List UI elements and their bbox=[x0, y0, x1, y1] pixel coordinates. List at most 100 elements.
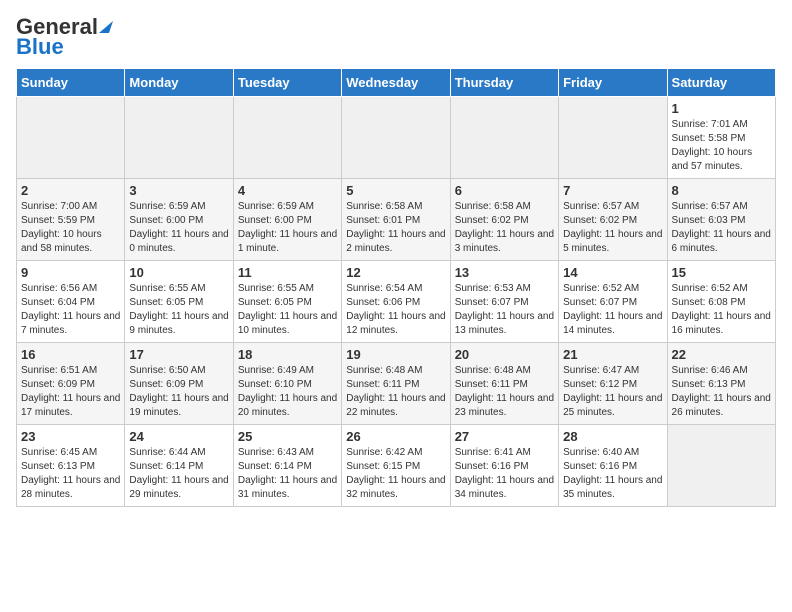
day-number: 3 bbox=[129, 183, 228, 198]
calendar-day-header: Monday bbox=[125, 69, 233, 97]
day-number: 5 bbox=[346, 183, 445, 198]
calendar-day-cell bbox=[17, 97, 125, 179]
day-number: 17 bbox=[129, 347, 228, 362]
day-info: Sunrise: 6:58 AM Sunset: 6:02 PM Dayligh… bbox=[455, 200, 554, 256]
day-info: Sunrise: 6:58 AM Sunset: 6:01 PM Dayligh… bbox=[346, 200, 445, 256]
day-number: 27 bbox=[455, 429, 554, 444]
day-number: 20 bbox=[455, 347, 554, 362]
calendar-day-cell: 22 Sunrise: 6:46 AM Sunset: 6:13 PM Dayli… bbox=[667, 343, 775, 425]
calendar-day-cell bbox=[450, 97, 558, 179]
calendar-day-cell bbox=[667, 425, 775, 507]
calendar-week-row: 16 Sunrise: 6:51 AM Sunset: 6:09 PM Dayli… bbox=[17, 343, 776, 425]
day-number: 14 bbox=[563, 265, 662, 280]
day-number: 23 bbox=[21, 429, 120, 444]
calendar-week-row: 1 Sunrise: 7:01 AM Sunset: 5:58 PM Daylig… bbox=[17, 97, 776, 179]
calendar-day-cell: 12 Sunrise: 6:54 AM Sunset: 6:06 PM Dayli… bbox=[342, 261, 450, 343]
day-info: Sunrise: 6:56 AM Sunset: 6:04 PM Dayligh… bbox=[21, 282, 120, 338]
day-info: Sunrise: 6:47 AM Sunset: 6:12 PM Dayligh… bbox=[563, 364, 662, 420]
calendar-day-header: Tuesday bbox=[233, 69, 341, 97]
day-info: Sunrise: 6:45 AM Sunset: 6:13 PM Dayligh… bbox=[21, 446, 120, 502]
calendar-day-cell: 7Sunrise: 6:57 AM Sunset: 6:02 PM Daylig… bbox=[559, 179, 667, 261]
day-number: 2 bbox=[21, 183, 120, 198]
calendar-day-cell: 1 Sunrise: 7:01 AM Sunset: 5:58 PM Daylig… bbox=[667, 97, 775, 179]
calendar-day-cell: 9 Sunrise: 6:56 AM Sunset: 6:04 PM Daylig… bbox=[17, 261, 125, 343]
day-info: Sunrise: 6:55 AM Sunset: 6:05 PM Dayligh… bbox=[129, 282, 228, 338]
day-info: Sunrise: 7:01 AM Sunset: 5:58 PM Dayligh… bbox=[672, 118, 771, 174]
calendar-day-cell: 27 Sunrise: 6:41 AM Sunset: 6:16 PM Dayli… bbox=[450, 425, 558, 507]
calendar-week-row: 23 Sunrise: 6:45 AM Sunset: 6:13 PM Dayli… bbox=[17, 425, 776, 507]
day-number: 28 bbox=[563, 429, 662, 444]
day-info: Sunrise: 6:48 AM Sunset: 6:11 PM Dayligh… bbox=[346, 364, 445, 420]
calendar-day-cell: 5 Sunrise: 6:58 AM Sunset: 6:01 PM Daylig… bbox=[342, 179, 450, 261]
calendar-day-cell: 25 Sunrise: 6:43 AM Sunset: 6:14 PM Dayli… bbox=[233, 425, 341, 507]
calendar-day-cell: 8 Sunrise: 6:57 AM Sunset: 6:03 PM Daylig… bbox=[667, 179, 775, 261]
day-info: Sunrise: 6:52 AM Sunset: 6:08 PM Dayligh… bbox=[672, 282, 771, 338]
calendar-day-cell: 28 Sunrise: 6:40 AM Sunset: 6:16 PM Dayli… bbox=[559, 425, 667, 507]
calendar-day-header: Sunday bbox=[17, 69, 125, 97]
day-number: 24 bbox=[129, 429, 228, 444]
calendar-day-cell: 18 Sunrise: 6:49 AM Sunset: 6:10 PM Dayli… bbox=[233, 343, 341, 425]
calendar-day-header: Thursday bbox=[450, 69, 558, 97]
day-info: Sunrise: 6:50 AM Sunset: 6:09 PM Dayligh… bbox=[129, 364, 228, 420]
day-number: 4 bbox=[238, 183, 337, 198]
calendar-header-row: SundayMondayTuesdayWednesdayThursdayFrid… bbox=[17, 69, 776, 97]
day-info: Sunrise: 6:53 AM Sunset: 6:07 PM Dayligh… bbox=[455, 282, 554, 338]
day-info: Sunrise: 6:54 AM Sunset: 6:06 PM Dayligh… bbox=[346, 282, 445, 338]
calendar-day-cell: 13 Sunrise: 6:53 AM Sunset: 6:07 PM Dayli… bbox=[450, 261, 558, 343]
day-info: Sunrise: 6:42 AM Sunset: 6:15 PM Dayligh… bbox=[346, 446, 445, 502]
day-number: 25 bbox=[238, 429, 337, 444]
day-number: 18 bbox=[238, 347, 337, 362]
page-header: General Blue bbox=[16, 16, 776, 60]
calendar-day-cell: 24 Sunrise: 6:44 AM Sunset: 6:14 PM Dayli… bbox=[125, 425, 233, 507]
calendar-day-cell: 2Sunrise: 7:00 AM Sunset: 5:59 PM Daylig… bbox=[17, 179, 125, 261]
calendar-day-cell: 10 Sunrise: 6:55 AM Sunset: 6:05 PM Dayli… bbox=[125, 261, 233, 343]
calendar-day-cell: 17 Sunrise: 6:50 AM Sunset: 6:09 PM Dayli… bbox=[125, 343, 233, 425]
calendar-day-header: Friday bbox=[559, 69, 667, 97]
calendar-day-cell: 21Sunrise: 6:47 AM Sunset: 6:12 PM Dayli… bbox=[559, 343, 667, 425]
calendar-day-cell: 23 Sunrise: 6:45 AM Sunset: 6:13 PM Dayli… bbox=[17, 425, 125, 507]
calendar-day-cell bbox=[233, 97, 341, 179]
calendar-day-cell bbox=[342, 97, 450, 179]
calendar-day-cell: 14 Sunrise: 6:52 AM Sunset: 6:07 PM Dayli… bbox=[559, 261, 667, 343]
calendar-day-cell: 3 Sunrise: 6:59 AM Sunset: 6:00 PM Daylig… bbox=[125, 179, 233, 261]
calendar-day-cell: 15 Sunrise: 6:52 AM Sunset: 6:08 PM Dayli… bbox=[667, 261, 775, 343]
day-info: Sunrise: 6:55 AM Sunset: 6:05 PM Dayligh… bbox=[238, 282, 337, 338]
day-info: Sunrise: 6:46 AM Sunset: 6:13 PM Dayligh… bbox=[672, 364, 771, 420]
calendar-day-cell: 6Sunrise: 6:58 AM Sunset: 6:02 PM Daylig… bbox=[450, 179, 558, 261]
calendar-day-cell: 11Sunrise: 6:55 AM Sunset: 6:05 PM Dayli… bbox=[233, 261, 341, 343]
day-info: Sunrise: 6:49 AM Sunset: 6:10 PM Dayligh… bbox=[238, 364, 337, 420]
day-info: Sunrise: 6:43 AM Sunset: 6:14 PM Dayligh… bbox=[238, 446, 337, 502]
calendar-table: SundayMondayTuesdayWednesdayThursdayFrid… bbox=[16, 68, 776, 507]
day-info: Sunrise: 6:51 AM Sunset: 6:09 PM Dayligh… bbox=[21, 364, 120, 420]
day-info: Sunrise: 6:48 AM Sunset: 6:11 PM Dayligh… bbox=[455, 364, 554, 420]
calendar-day-cell bbox=[559, 97, 667, 179]
day-number: 13 bbox=[455, 265, 554, 280]
day-info: Sunrise: 6:59 AM Sunset: 6:00 PM Dayligh… bbox=[129, 200, 228, 256]
calendar-week-row: 2Sunrise: 7:00 AM Sunset: 5:59 PM Daylig… bbox=[17, 179, 776, 261]
day-info: Sunrise: 6:41 AM Sunset: 6:16 PM Dayligh… bbox=[455, 446, 554, 502]
day-number: 22 bbox=[672, 347, 771, 362]
calendar-day-header: Wednesday bbox=[342, 69, 450, 97]
day-number: 15 bbox=[672, 265, 771, 280]
calendar-day-cell: 4 Sunrise: 6:59 AM Sunset: 6:00 PM Daylig… bbox=[233, 179, 341, 261]
logo: General Blue bbox=[16, 16, 114, 60]
calendar-day-cell bbox=[125, 97, 233, 179]
logo-bird-icon bbox=[99, 17, 113, 33]
day-info: Sunrise: 6:44 AM Sunset: 6:14 PM Dayligh… bbox=[129, 446, 228, 502]
day-number: 10 bbox=[129, 265, 228, 280]
day-number: 9 bbox=[21, 265, 120, 280]
day-info: Sunrise: 6:59 AM Sunset: 6:00 PM Dayligh… bbox=[238, 200, 337, 256]
day-number: 12 bbox=[346, 265, 445, 280]
day-number: 26 bbox=[346, 429, 445, 444]
calendar-day-header: Saturday bbox=[667, 69, 775, 97]
calendar-day-cell: 26 Sunrise: 6:42 AM Sunset: 6:15 PM Dayli… bbox=[342, 425, 450, 507]
day-number: 8 bbox=[672, 183, 771, 198]
day-info: Sunrise: 6:57 AM Sunset: 6:03 PM Dayligh… bbox=[672, 200, 771, 256]
logo-blue-part: Blue bbox=[16, 34, 64, 60]
calendar-day-cell: 16 Sunrise: 6:51 AM Sunset: 6:09 PM Dayli… bbox=[17, 343, 125, 425]
day-info: Sunrise: 6:40 AM Sunset: 6:16 PM Dayligh… bbox=[563, 446, 662, 502]
day-number: 16 bbox=[21, 347, 120, 362]
day-info: Sunrise: 6:52 AM Sunset: 6:07 PM Dayligh… bbox=[563, 282, 662, 338]
calendar-week-row: 9 Sunrise: 6:56 AM Sunset: 6:04 PM Daylig… bbox=[17, 261, 776, 343]
day-number: 1 bbox=[672, 101, 771, 116]
